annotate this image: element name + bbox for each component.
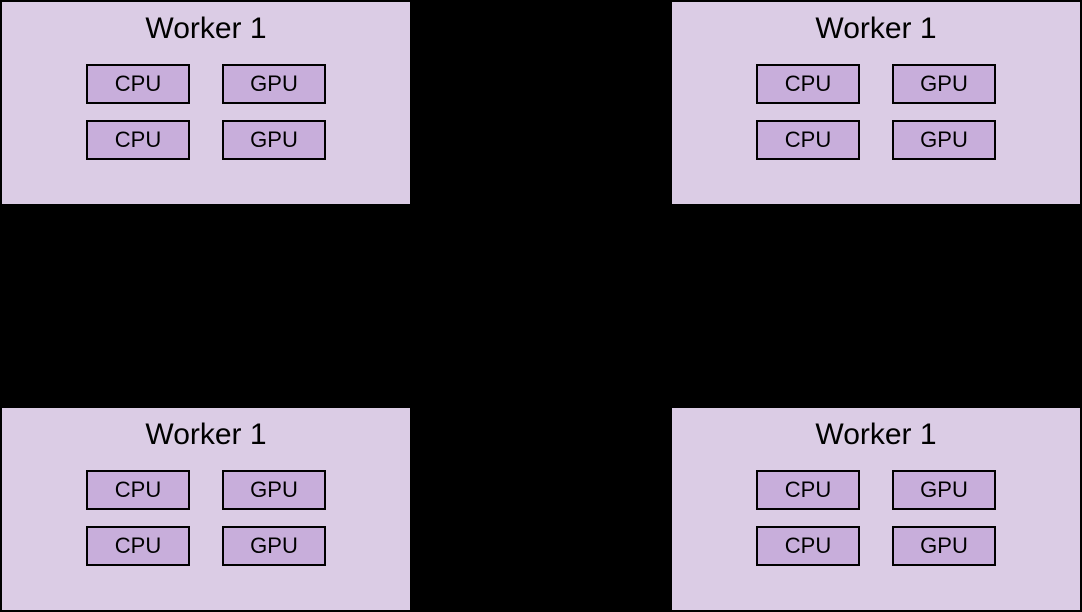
cpu-unit: CPU xyxy=(86,64,190,104)
worker-title: Worker 1 xyxy=(145,418,266,452)
units-grid: CPU GPU CPU GPU xyxy=(86,64,326,160)
gpu-unit: GPU xyxy=(892,470,996,510)
cpu-unit: CPU xyxy=(86,526,190,566)
worker-box: Worker 1 CPU GPU CPU GPU xyxy=(670,406,1082,612)
cpu-unit: CPU xyxy=(756,120,860,160)
gpu-unit: GPU xyxy=(222,64,326,104)
cpu-unit: CPU xyxy=(756,470,860,510)
units-grid: CPU GPU CPU GPU xyxy=(756,470,996,566)
cpu-unit: CPU xyxy=(756,526,860,566)
gpu-unit: GPU xyxy=(892,120,996,160)
gpu-unit: GPU xyxy=(222,470,326,510)
gpu-unit: GPU xyxy=(222,120,326,160)
gpu-unit: GPU xyxy=(222,526,326,566)
cpu-unit: CPU xyxy=(86,120,190,160)
worker-box: Worker 1 CPU GPU CPU GPU xyxy=(670,0,1082,206)
cpu-unit: CPU xyxy=(86,470,190,510)
cpu-unit: CPU xyxy=(756,64,860,104)
gpu-unit: GPU xyxy=(892,64,996,104)
worker-box: Worker 1 CPU GPU CPU GPU xyxy=(0,406,412,612)
worker-title: Worker 1 xyxy=(815,418,936,452)
gpu-unit: GPU xyxy=(892,526,996,566)
units-grid: CPU GPU CPU GPU xyxy=(756,64,996,160)
worker-box: Worker 1 CPU GPU CPU GPU xyxy=(0,0,412,206)
worker-title: Worker 1 xyxy=(145,12,266,46)
worker-title: Worker 1 xyxy=(815,12,936,46)
units-grid: CPU GPU CPU GPU xyxy=(86,470,326,566)
